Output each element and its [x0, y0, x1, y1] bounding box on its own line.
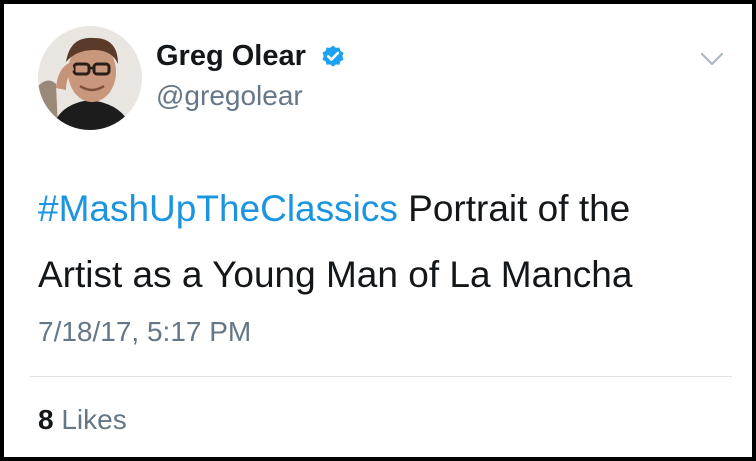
divider [30, 376, 732, 377]
author-avatar[interactable] [38, 26, 142, 130]
tweet-text-line2: Artist as a Young Man of La Mancha [38, 254, 633, 295]
tweet-text-line1: Portrait of the [397, 188, 631, 229]
tweet-card: Greg Olear @gregolear #MashUpTheClassics… [4, 4, 752, 457]
likes-count: 8 [38, 404, 54, 435]
likes-stat[interactable]: 8 Likes [38, 404, 127, 436]
author-name[interactable]: Greg Olear [156, 40, 306, 73]
chevron-down-icon[interactable] [698, 48, 726, 70]
verified-badge-icon [322, 45, 344, 67]
author-handle[interactable]: @gregolear [156, 80, 303, 112]
likes-label: Likes [53, 404, 127, 435]
avatar-photo [38, 26, 142, 130]
hashtag-link[interactable]: #MashUpTheClassics [38, 188, 398, 229]
tweet-timestamp[interactable]: 7/18/17, 5:17 PM [38, 316, 251, 348]
tweet-text: #MashUpTheClassics Portrait of the Artis… [38, 176, 738, 308]
